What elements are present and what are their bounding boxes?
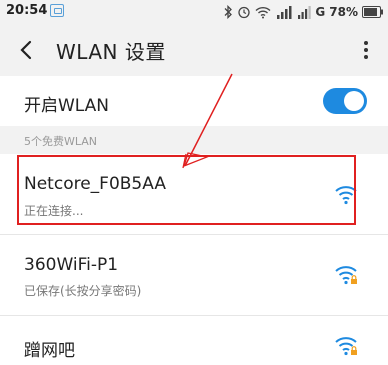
notification-icon [50,4,64,17]
bluetooth-icon [224,5,233,19]
switch-knob [344,91,364,111]
wifi-locked-icon [335,337,357,356]
network-item-netcore[interactable]: Netcore_F0B5AA 正在连接... [0,154,388,234]
network-item-cengwangba[interactable]: 蹭网吧 [0,316,388,365]
network-name: 蹭网吧 [24,341,75,361]
status-time: 20:54 [6,3,48,18]
more-options-icon[interactable] [356,36,376,64]
network-name: 360WiFi-P1 [24,255,119,275]
section-header-text: 5个免费WLAN [24,135,98,148]
back-arrow-icon[interactable] [12,35,42,65]
alarm-icon [238,6,251,19]
network-status: 已保存(长按分享密码) [24,284,142,298]
signal-2-icon [298,5,312,19]
wlan-toggle-label: 开启WLAN [24,96,110,116]
wifi-status-icon [255,6,271,18]
network-status: 正在连接... [24,204,84,218]
status-icons: G 78% [223,2,384,22]
network-item-360wifi[interactable]: 360WiFi-P1 已保存(长按分享密码) [0,235,388,315]
wlan-toggle-row[interactable]: 开启WLAN [0,76,388,126]
battery-percent: 78% [329,5,358,19]
wifi-locked-icon [335,266,357,285]
network-name: Netcore_F0B5AA [24,174,166,194]
signal-icon [277,5,292,19]
status-bar: 20:54 G 78% [0,0,388,24]
wlan-switch[interactable] [323,88,367,114]
app-bar: WLAN 设置 [0,24,388,76]
section-header: 5个免费WLAN [0,126,388,154]
wifi-signal-icon [335,186,357,205]
page-title: WLAN 设置 [56,40,166,64]
battery-icon [362,6,383,18]
network-type: G [315,5,326,19]
